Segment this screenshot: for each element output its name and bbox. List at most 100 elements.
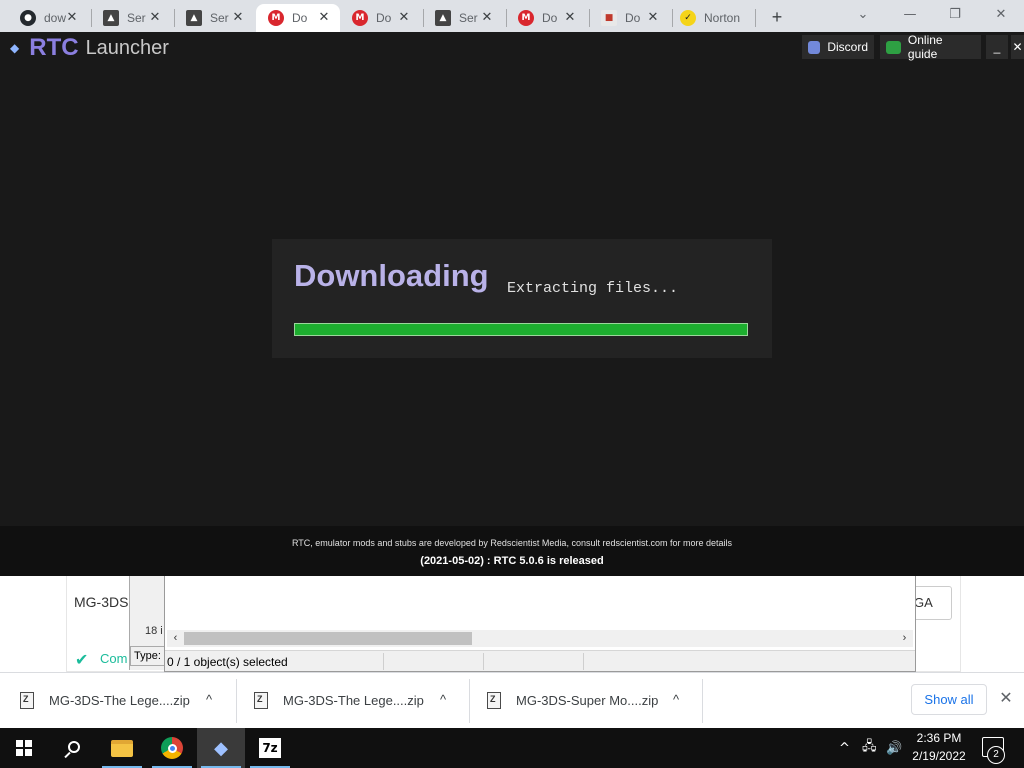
online-guide-button[interactable]: Online guide <box>880 33 981 61</box>
window-restore-button[interactable]: ❐ <box>943 4 967 26</box>
chevron-up-icon[interactable]: ^ <box>440 692 446 707</box>
launcher-close-button[interactable]: ✕ <box>1011 35 1024 59</box>
tab-title: Do <box>376 11 392 25</box>
tab-title: Norton <box>704 11 741 25</box>
close-icon[interactable]: ✕ <box>64 9 80 25</box>
volume-icon[interactable]: 🔊 <box>886 728 902 768</box>
zip-file-icon <box>254 691 268 709</box>
window-close-button[interactable]: ✕ <box>989 4 1013 26</box>
archive-status-bar: 0 / 1 object(s) selected <box>165 650 915 671</box>
download-item[interactable]: MG-3DS-The Lege....zip ^ <box>0 681 236 719</box>
scroll-left-icon[interactable]: ‹ <box>167 630 184 647</box>
close-icon[interactable]: ✕ <box>147 9 163 25</box>
search-button[interactable] <box>48 728 96 768</box>
tab-github[interactable]: ● dow ✕ <box>0 4 88 32</box>
status-divider <box>383 653 384 670</box>
tab-search-chevron-icon[interactable]: ⌄ <box>851 4 875 26</box>
inkscape-icon: ▲ <box>103 10 119 26</box>
online-guide-label: Online guide <box>907 33 943 61</box>
mega-icon: M <box>518 10 534 26</box>
browser-tab-strip: ● dow ✕ ▲ Ser ✕ ▲ Ser ✕ M Do ✕ M Do ✕ ▲ <box>0 0 1024 32</box>
box-icon: ■ <box>601 10 617 26</box>
card-title: MG-3DS <box>74 594 129 610</box>
gem-icon: ◆ <box>214 737 228 758</box>
zip-file-icon <box>487 691 501 709</box>
tab-inkscape[interactable]: ▲ Ser ✕ <box>166 4 254 32</box>
guide-icon <box>886 40 901 54</box>
notification-badge: 2 <box>987 746 1005 764</box>
show-hidden-icons-chevron-icon[interactable]: ^ <box>839 728 850 768</box>
download-item[interactable]: MG-3DS-The Lege....zip ^ <box>234 681 470 719</box>
clock-time: 2:36 PM <box>916 731 962 745</box>
window-minimize-button[interactable]: — <box>898 4 922 26</box>
close-icon[interactable]: ✕ <box>396 9 412 25</box>
tab-inkscape[interactable]: ▲ Ser ✕ <box>83 4 171 32</box>
clock-date: 2/19/2022 <box>912 749 966 763</box>
rtc-launcher-taskbar-button[interactable]: ◆ <box>197 728 245 768</box>
close-icon[interactable]: ✕ <box>479 9 495 25</box>
archive-side-pane: 18 i Type: <box>129 576 166 670</box>
tab-title: Do <box>542 11 558 25</box>
7zip-button[interactable]: 7z <box>246 728 294 768</box>
rtc-launcher-window: ◆ RTC Launcher Discord Online guide _ ✕ … <box>0 32 1024 576</box>
tab-mega[interactable]: M Do ✕ <box>498 4 586 32</box>
tab-title: Ser <box>210 11 229 25</box>
download-heading: Downloading <box>294 258 489 293</box>
tab-title: Ser <box>459 11 478 25</box>
close-icon[interactable]: ✕ <box>645 9 661 25</box>
norton-check-icon: ✓ <box>680 10 696 26</box>
tab-box[interactable]: ■ Do ✕ <box>581 4 669 32</box>
download-progress-bar <box>294 323 748 336</box>
new-tab-button[interactable]: + <box>766 6 788 28</box>
launcher-brand: RTC <box>29 34 79 61</box>
tab-norton[interactable]: ✓ Norton <box>660 4 756 32</box>
scrollbar-thumb[interactable] <box>184 632 472 645</box>
launcher-title: ◆ RTC Launcher <box>10 34 169 62</box>
discord-icon <box>808 40 821 54</box>
network-icon[interactable]: 🖧 <box>862 728 877 768</box>
tab-mega[interactable]: M Do ✕ <box>332 4 420 32</box>
system-clock[interactable]: 2:36 PM 2/19/2022 <box>904 731 974 763</box>
tab-inkscape[interactable]: ▲ Ser ✕ <box>415 4 503 32</box>
chevron-up-icon[interactable]: ^ <box>206 692 212 707</box>
tab-title: Ser <box>127 11 146 25</box>
windows-logo-icon <box>16 740 32 756</box>
discord-button[interactable]: Discord <box>802 35 874 59</box>
download-item[interactable]: MG-3DS-Super Mo....zip ^ <box>467 681 703 719</box>
chevron-up-icon[interactable]: ^ <box>673 692 679 707</box>
download-panel: Downloading Extracting files... <box>272 239 772 358</box>
inkscape-icon: ▲ <box>435 10 451 26</box>
close-icon[interactable]: ✕ <box>316 9 332 25</box>
launcher-name: Launcher <box>85 36 169 59</box>
close-icon[interactable]: ✕ <box>996 689 1016 709</box>
chrome-icon <box>161 737 183 759</box>
download-filename: MG-3DS-The Lege....zip <box>49 692 190 708</box>
tab-separator <box>755 9 756 27</box>
archive-status-text: 0 / 1 object(s) selected <box>167 655 288 669</box>
footer-news: (2021-05-02) : RTC 5.0.6 is released <box>420 555 604 567</box>
launcher-minimize-button[interactable]: _ <box>986 35 1008 59</box>
file-explorer-button[interactable] <box>98 728 146 768</box>
download-filename: MG-3DS-Super Mo....zip <box>516 692 659 708</box>
tab-mega-active[interactable]: M Do ✕ <box>256 4 340 32</box>
search-icon <box>67 740 80 753</box>
gem-icon: ◆ <box>10 41 20 55</box>
show-all-button[interactable]: Show all <box>911 684 987 715</box>
scroll-right-icon[interactable]: › <box>896 630 913 647</box>
github-icon: ● <box>20 10 36 26</box>
mega-icon: M <box>268 10 284 26</box>
tab-title: Do <box>625 11 641 25</box>
start-button[interactable] <box>0 728 48 768</box>
status-divider <box>483 653 484 670</box>
close-icon[interactable]: ✕ <box>230 9 246 25</box>
close-icon[interactable]: ✕ <box>562 9 578 25</box>
horizontal-scrollbar[interactable]: ‹ › <box>167 630 913 647</box>
chrome-button[interactable] <box>148 728 196 768</box>
taskbar: ◆ 7z ^ 🖧 🔊 2:36 PM 2/19/2022 2 <box>0 728 1024 768</box>
tab-title: Do <box>292 11 308 25</box>
archive-file-list: ‹ › 0 / 1 object(s) selected <box>164 576 916 672</box>
status-divider <box>583 653 584 670</box>
inkscape-icon: ▲ <box>186 10 202 26</box>
folder-icon <box>111 739 133 757</box>
footer-credit: RTC, emulator mods and stubs are develop… <box>291 538 733 548</box>
